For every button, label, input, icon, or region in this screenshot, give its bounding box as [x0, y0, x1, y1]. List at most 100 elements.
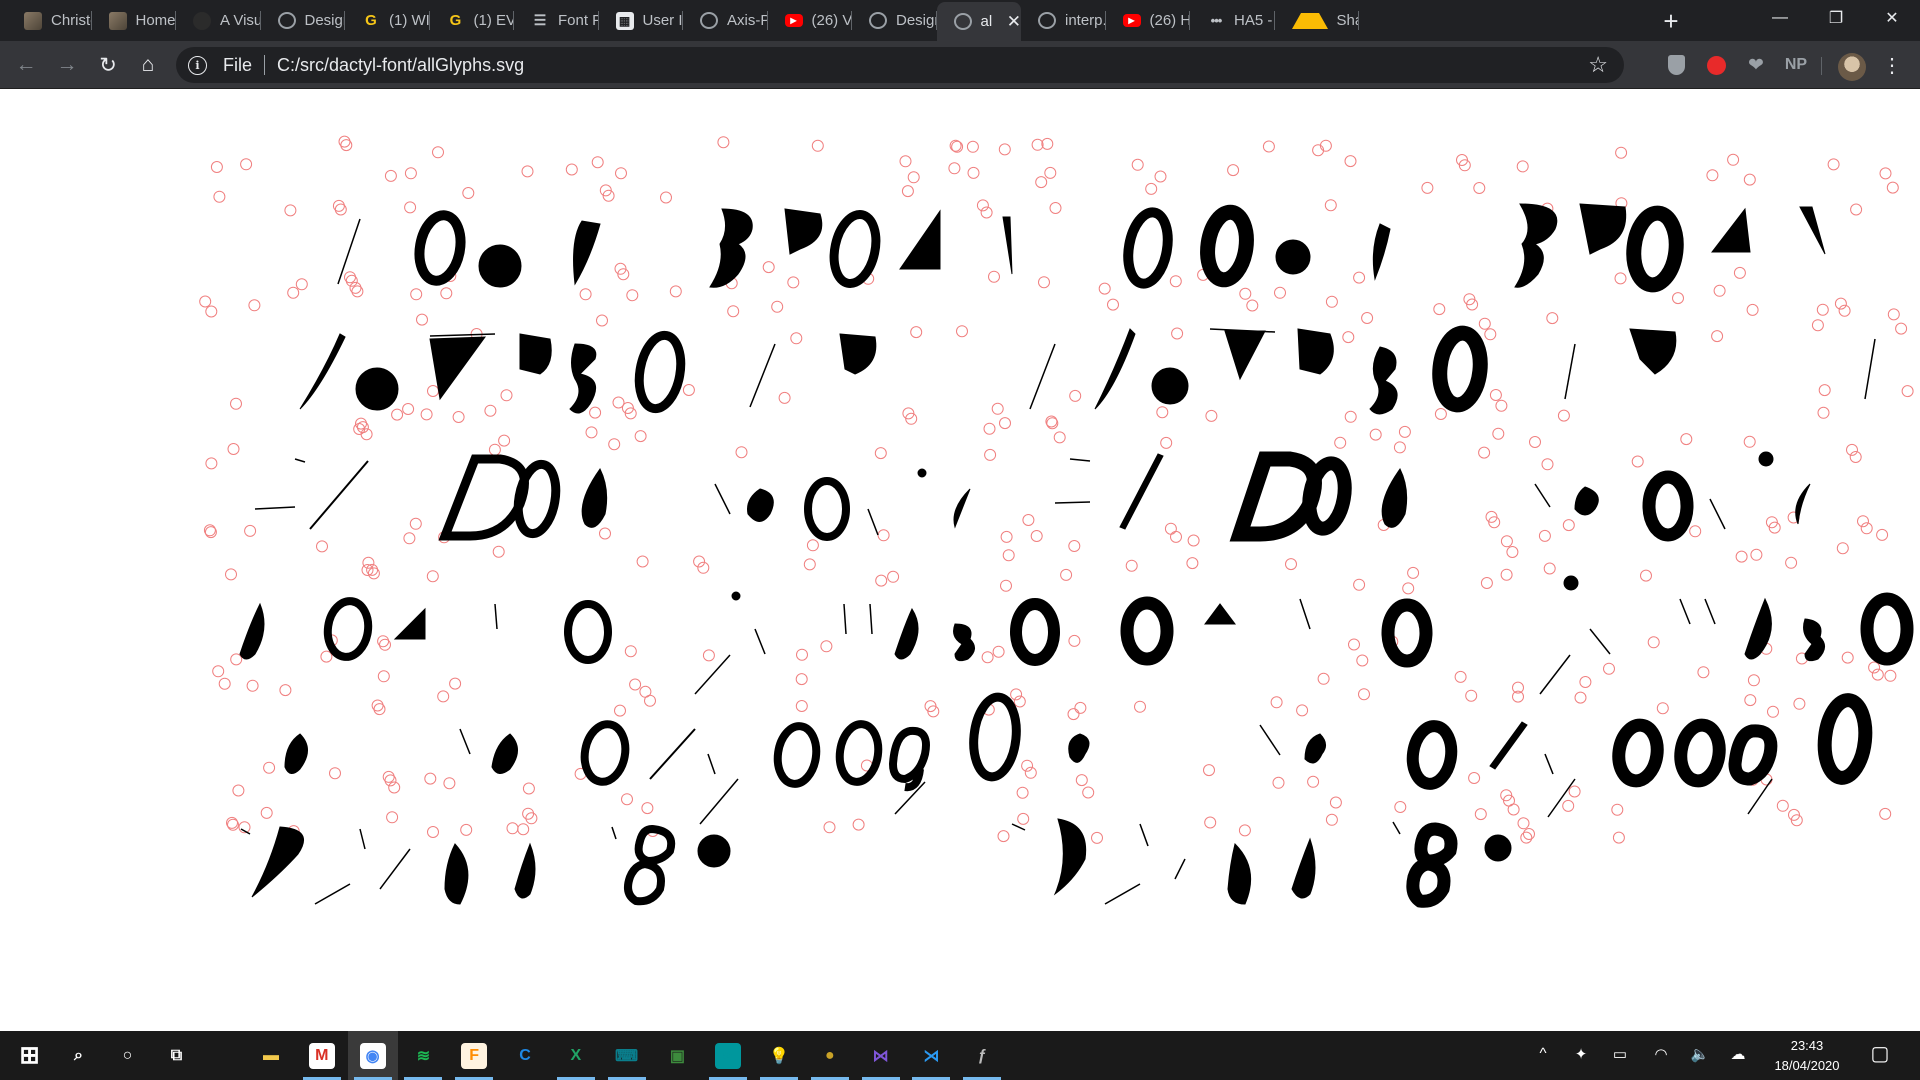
site-info-icon[interactable]: i	[188, 55, 207, 75]
taskbar-app[interactable]: ○	[103, 1031, 152, 1080]
control-point-circle	[1733, 266, 1746, 279]
taskbar-app[interactable]: F	[449, 1031, 499, 1080]
reload-button[interactable]: ↻	[92, 49, 124, 81]
control-point-circle	[1098, 282, 1111, 295]
taskbar-app[interactable]: ▬	[246, 1031, 296, 1080]
control-point-circle	[1285, 558, 1297, 571]
browser-tab[interactable]: ▶ (26) Var	[768, 0, 852, 41]
tab-separator	[1358, 11, 1359, 30]
taskbar-app[interactable]: ⊞	[5, 1031, 54, 1080]
address-bar[interactable]: i File C:/src/dactyl-font/allGlyphs.svg …	[176, 47, 1624, 83]
taskbar-app[interactable]: ⌕	[54, 1031, 103, 1080]
back-button[interactable]: ←	[10, 49, 42, 81]
control-point-circle	[1767, 705, 1779, 718]
profile-avatar[interactable]	[1838, 53, 1866, 81]
browser-tab[interactable]: allG ✕	[936, 2, 1021, 41]
onedrive-tray-icon[interactable]: ☁	[1726, 1045, 1750, 1063]
tray-chevron-icon[interactable]: ^	[1531, 1045, 1555, 1062]
maximize-button[interactable]: ❐	[1808, 0, 1864, 36]
glyph-tick	[1392, 821, 1401, 835]
browser-tab[interactable]: G (1) EVEF	[430, 0, 514, 41]
control-point-circle	[1484, 328, 1497, 341]
url-text[interactable]: C:/src/dactyl-font/allGlyphs.svg	[277, 55, 524, 76]
browser-tab[interactable]: Home -	[92, 0, 176, 41]
taskbar-app[interactable]: X	[551, 1031, 601, 1080]
tab-title: Shared	[1336, 12, 1360, 29]
grammarly-icon: G	[449, 12, 462, 29]
browser-tab[interactable]: interp.s	[1021, 0, 1106, 41]
taskbar-app[interactable]: ▣	[652, 1031, 702, 1080]
control-point-circle	[1010, 688, 1023, 701]
adblock-hand-icon[interactable]	[1704, 53, 1728, 77]
control-point-circle	[612, 396, 625, 409]
taskbar-app[interactable]: ⧉	[152, 1031, 201, 1080]
control-point-circle	[1747, 674, 1760, 687]
glyph-zero	[323, 597, 373, 661]
glyph-stroke	[699, 778, 739, 825]
control-point-circle	[403, 532, 416, 545]
control-point-circle	[244, 524, 257, 537]
extension-heart-icon[interactable]: ❤	[1744, 53, 1768, 77]
control-point-circle	[1711, 330, 1724, 343]
taskbar-app[interactable]: C	[500, 1031, 550, 1080]
taskbar-app[interactable]: ⌨	[602, 1031, 652, 1080]
control-point-circle	[1017, 812, 1030, 825]
taskbar-app[interactable]: ⋈	[856, 1031, 906, 1080]
glyph-flag	[1629, 328, 1677, 375]
control-point-circle	[877, 529, 890, 542]
volume-muted-tray-icon[interactable]: 🔈	[1688, 1045, 1712, 1063]
battery-tray-icon[interactable]: ▭	[1608, 1045, 1632, 1063]
system-clock[interactable]: 23:43 18/04/2020	[1762, 1036, 1852, 1076]
taskbar-app[interactable]: ≋	[398, 1031, 448, 1080]
browser-tab[interactable]: Christop	[7, 0, 92, 41]
glyph-flag	[519, 333, 552, 375]
control-point-circle	[356, 421, 369, 434]
control-point-circle	[1849, 451, 1862, 463]
taskbar-app[interactable]: ƒ	[957, 1031, 1007, 1080]
chrome-menu-icon[interactable]: ⋮	[1882, 53, 1902, 78]
minimize-button[interactable]: —	[1752, 0, 1808, 36]
control-point-circle	[1474, 808, 1487, 821]
control-point-circle	[1871, 668, 1884, 681]
control-point-circle	[1827, 158, 1840, 171]
browser-tab[interactable]: ▦ User Int	[599, 0, 683, 41]
taskbar-app[interactable]: ⋊	[906, 1031, 956, 1080]
browser-tab[interactable]: Design	[261, 0, 345, 41]
browser-tab[interactable]: ▶ (26) Hov	[1106, 0, 1190, 41]
privacy-badger-shield-icon[interactable]	[1664, 53, 1688, 77]
browser-tab[interactable]: ☰ Font Pla	[514, 0, 599, 41]
glyph-tick	[611, 826, 617, 840]
glyph-tick	[1544, 753, 1554, 775]
wifi-tray-icon[interactable]: ◠	[1649, 1045, 1673, 1063]
browser-tab[interactable]: ••• HA5 - B	[1190, 0, 1275, 41]
browser-tab[interactable]: G (1) WISI	[345, 0, 430, 41]
control-point-circle	[1274, 286, 1286, 299]
glyph-p	[784, 208, 823, 255]
taskbar-app[interactable]: ∞	[703, 1031, 753, 1080]
control-point-circle	[1713, 284, 1726, 297]
notifications-icon[interactable]: ▢	[1868, 1041, 1892, 1066]
home-button[interactable]: ⌂	[132, 49, 164, 81]
taskbar-app[interactable]: ●	[805, 1031, 855, 1080]
close-tab-icon[interactable]: ✕	[1007, 12, 1021, 32]
glyph-drop	[581, 468, 608, 528]
forward-button[interactable]: →	[51, 49, 83, 81]
glyph-drop	[444, 843, 469, 905]
new-tab-button[interactable]: +	[1656, 6, 1686, 36]
control-point-circle	[279, 684, 292, 697]
glyph-drop	[1744, 597, 1772, 660]
bookmark-star-icon[interactable]: ☆	[1588, 52, 1608, 78]
close-window-button[interactable]: ✕	[1864, 0, 1920, 36]
np-extension-icon[interactable]: NP	[1784, 53, 1808, 77]
toolbar-separator	[1821, 57, 1822, 75]
glyph-blade	[1372, 223, 1391, 281]
taskbar-app[interactable]: ◉	[347, 1031, 398, 1080]
dropbox-tray-icon[interactable]: ✦	[1569, 1045, 1593, 1063]
taskbar-app[interactable]: 💡	[754, 1031, 804, 1080]
control-point-circle	[1164, 522, 1177, 535]
browser-tab[interactable]: Design	[852, 0, 937, 41]
taskbar-app[interactable]: M	[297, 1031, 347, 1080]
browser-tab[interactable]: A Visual	[176, 0, 261, 41]
browser-tab[interactable]: Axis-Pra	[683, 0, 768, 41]
browser-tab[interactable]: Shared	[1275, 0, 1360, 41]
